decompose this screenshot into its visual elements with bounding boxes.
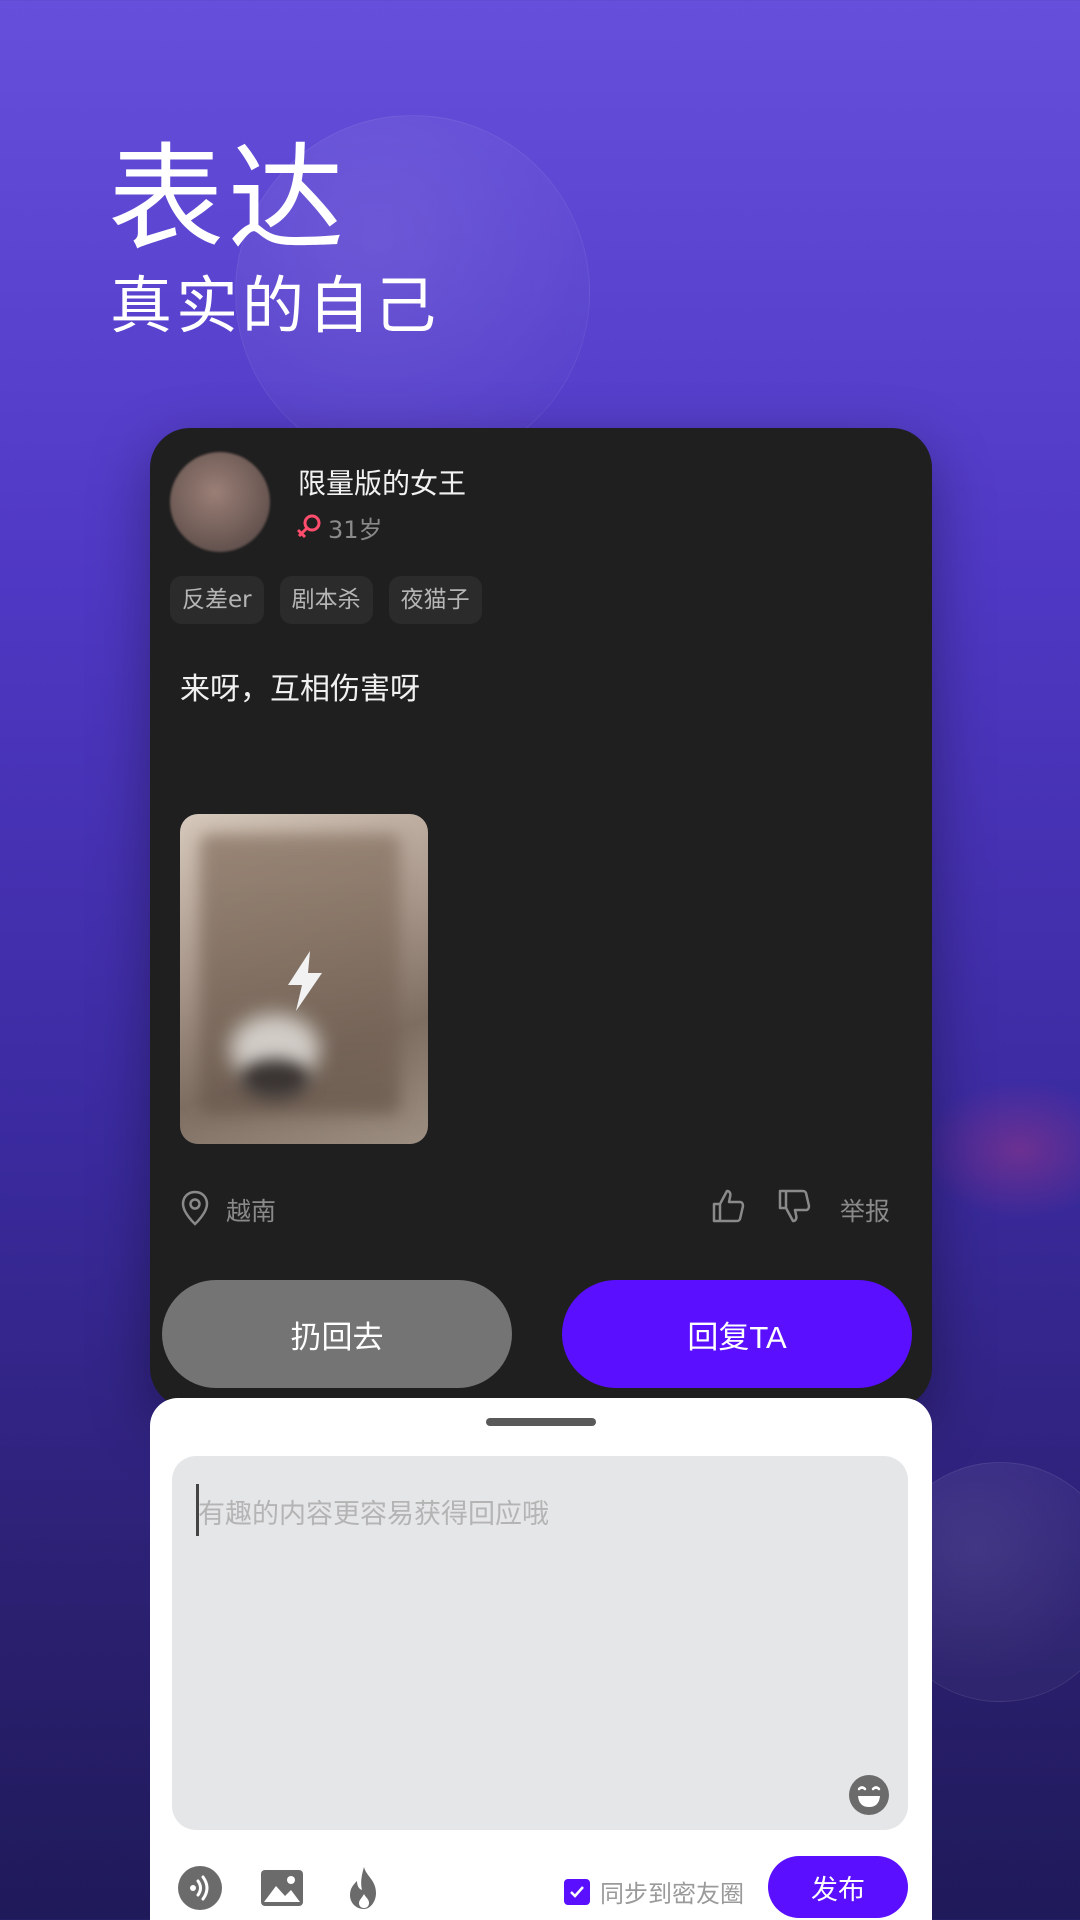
tag: 反差er [170, 576, 264, 624]
emoji-icon[interactable] [848, 1774, 890, 1816]
location-text: 越南 [226, 1197, 277, 1226]
thumbs-down-icon[interactable] [776, 1188, 812, 1224]
username: 限量版的女王 [298, 467, 467, 500]
fire-icon[interactable] [340, 1864, 388, 1912]
post-text: 来呀，互相伤害呀 [180, 672, 420, 707]
reply-button[interactable]: 回复TA [562, 1280, 912, 1388]
thumbs-up-icon[interactable] [710, 1188, 746, 1224]
tag: 剧本杀 [279, 576, 373, 624]
location-pin-icon [181, 1190, 209, 1226]
female-icon [296, 514, 321, 539]
tag: 夜猫子 [388, 576, 482, 624]
sync-checkbox[interactable] [564, 1878, 590, 1905]
voice-icon[interactable] [176, 1864, 224, 1912]
hero-subtitle: 真实的自己 [110, 269, 441, 342]
flash-photo-icon [288, 951, 322, 1011]
tag-list: 反差er 剧本杀 夜猫子 [170, 576, 482, 624]
throw-back-button[interactable]: 扔回去 [162, 1280, 512, 1388]
checkmark-icon [570, 1885, 584, 1898]
post-photo[interactable] [180, 814, 428, 1144]
report-button[interactable]: 举报 [840, 1192, 890, 1228]
reply-input[interactable]: 有趣的内容更容易获得回应哦 [172, 1456, 908, 1830]
sheet-drag-handle[interactable] [486, 1418, 596, 1426]
sync-toggle[interactable]: 同步到密友圈 [564, 1874, 744, 1909]
reply-composer-sheet: 有趣的内容更容易获得回应哦 同步到密友圈 发布 [150, 1398, 932, 1920]
avatar[interactable] [170, 452, 270, 552]
sync-label: 同步到密友圈 [600, 1880, 744, 1908]
hero-title: 表达 [108, 132, 348, 267]
reply-input-placeholder: 有趣的内容更容易获得回应哦 [198, 1499, 549, 1530]
age-label: 31岁 [328, 516, 383, 544]
publish-button[interactable]: 发布 [768, 1856, 908, 1918]
image-icon[interactable] [258, 1864, 306, 1912]
decorative-glow [920, 1080, 1080, 1220]
post-card: 限量版的女王 31岁 反差er 剧本杀 夜猫子 来呀，互相伤害呀 越南 举报 扔… [150, 428, 932, 1408]
